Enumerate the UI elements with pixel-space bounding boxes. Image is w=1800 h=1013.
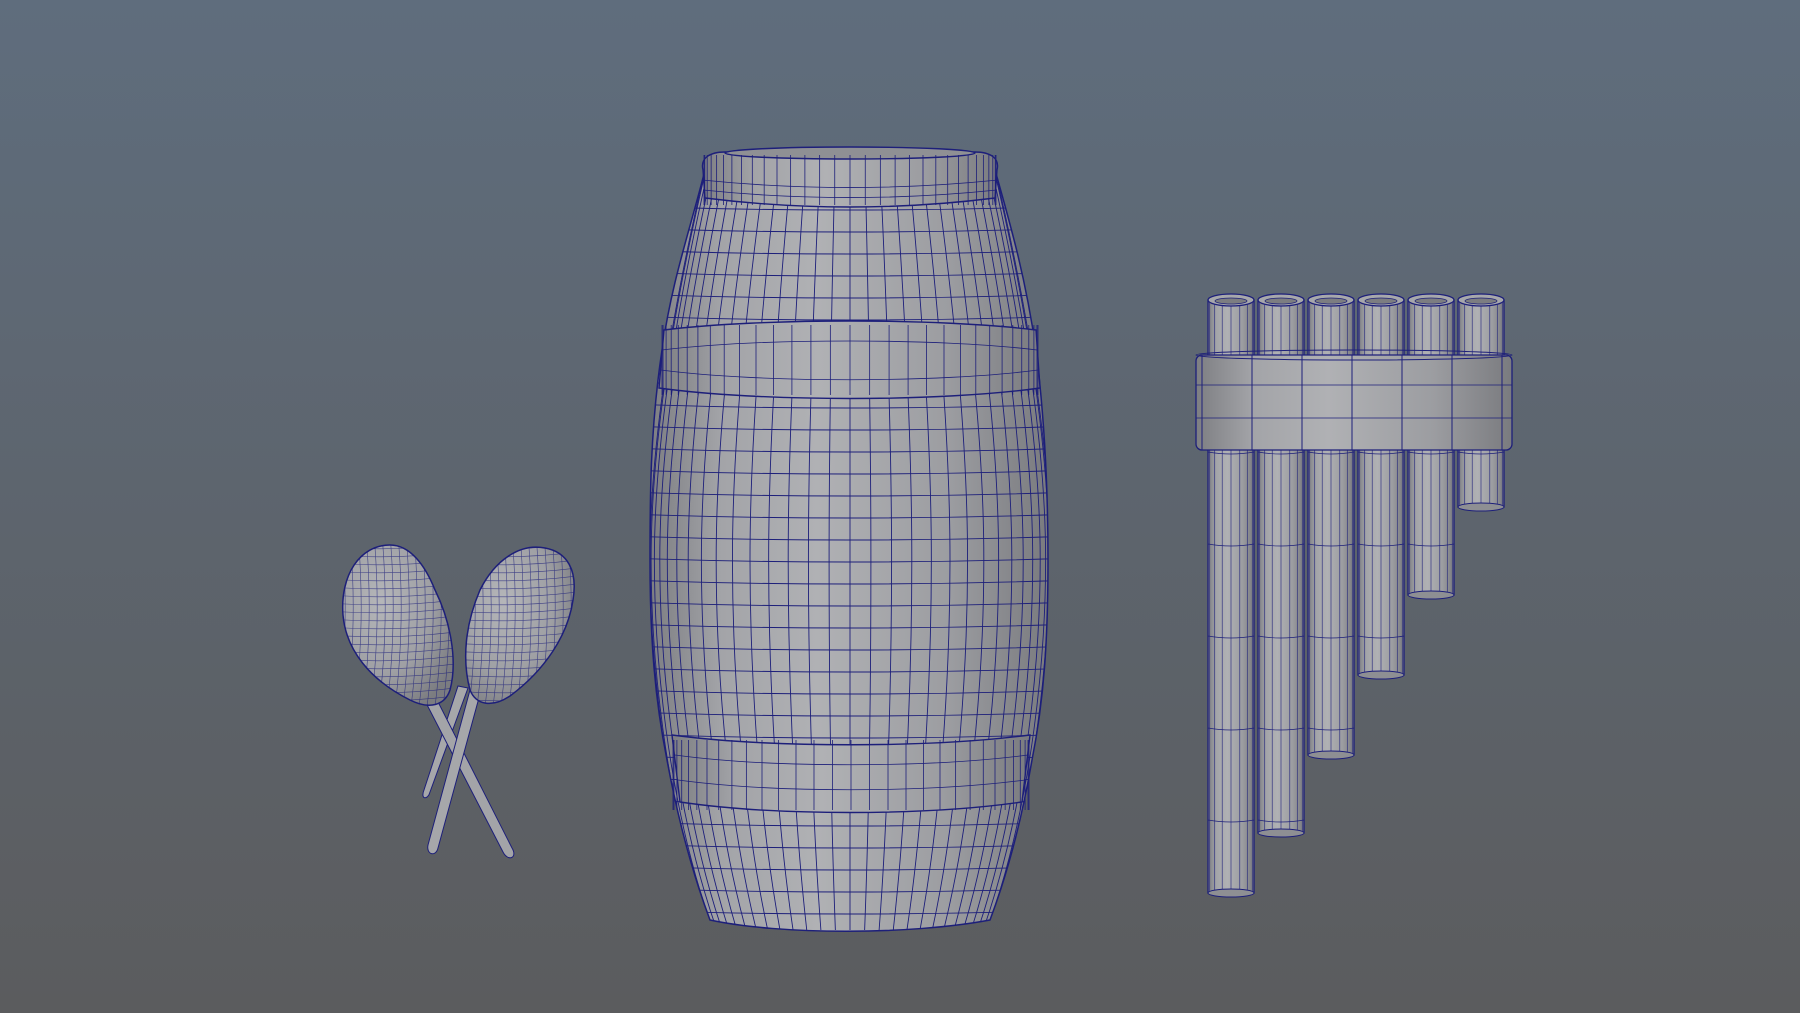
barrel-top-rim	[701, 146, 999, 208]
viewport-canvas[interactable]	[0, 0, 1800, 1013]
flute-pipe	[1357, 293, 1405, 680]
barrel-body	[649, 169, 1049, 932]
barrel-upper-band	[658, 320, 1041, 400]
3d-viewport[interactable]	[0, 0, 1800, 1013]
flute-binding-band	[1195, 349, 1513, 451]
